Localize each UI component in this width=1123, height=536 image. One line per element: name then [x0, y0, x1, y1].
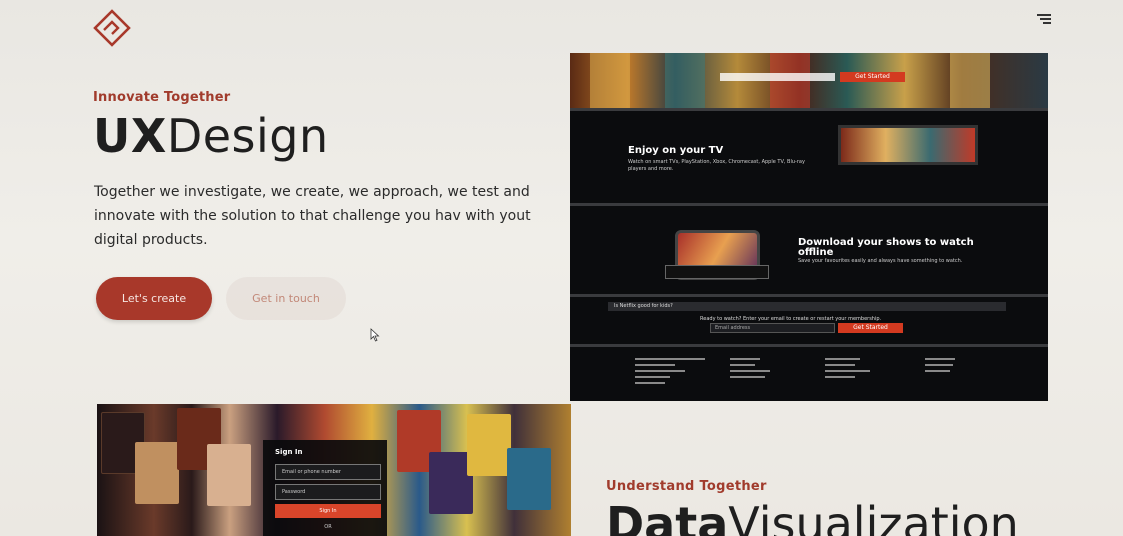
showcase-hero-email-input[interactable]	[720, 73, 835, 81]
poster-strip	[665, 53, 705, 108]
mouse-cursor-icon	[370, 328, 380, 342]
diamond-logo-icon[interactable]	[92, 8, 132, 48]
movie-poster	[507, 448, 551, 510]
tv-text: Watch on smart TVs, PlayStation, Xbox, C…	[628, 159, 805, 172]
download-card	[665, 265, 769, 279]
faq-item[interactable]: Is Netflix good for kids?	[608, 302, 1006, 311]
section2-title-light: Visualization	[728, 497, 1019, 536]
tv-heading: Enjoy on your TV	[628, 145, 724, 156]
signin-screenshot: Sign In Email or phone number Password S…	[97, 404, 571, 536]
signin-button[interactable]: Sign In	[275, 504, 381, 518]
poster-strip	[950, 53, 990, 108]
hero-eyebrow: Innovate Together	[93, 90, 231, 105]
divider	[570, 294, 1048, 297]
cta-email-input[interactable]: Email address	[710, 323, 835, 333]
download-text: Save your favourites easily and always h…	[798, 258, 963, 264]
footer-column	[825, 358, 905, 382]
hamburger-menu-icon[interactable]	[1035, 14, 1051, 28]
movie-poster	[135, 442, 179, 504]
divider	[570, 344, 1048, 347]
tv-image	[838, 125, 978, 165]
signin-title: Sign In	[275, 448, 303, 456]
poster-strip	[590, 53, 630, 108]
showcase-hero-banner: Get Started	[570, 53, 1048, 108]
divider	[570, 203, 1048, 206]
hero-title-bold: UX	[93, 109, 167, 163]
hero-title-light: Design	[166, 109, 329, 163]
footer-column	[635, 358, 715, 388]
hero-title: UXDesign	[93, 108, 329, 164]
signin-form: Sign In Email or phone number Password S…	[263, 440, 387, 536]
email-field[interactable]: Email or phone number	[275, 464, 381, 480]
hero-description: Together we investigate, we create, we a…	[94, 184, 531, 248]
footer-column	[730, 358, 810, 382]
showcase-hero-get-started-button[interactable]: Get Started	[840, 72, 905, 82]
section2-title-bold: Data	[606, 497, 729, 536]
get-in-touch-button[interactable]: Get in touch	[226, 277, 346, 320]
movie-poster	[467, 414, 511, 476]
landing-page: Innovate Together UXDesign Together we i…	[0, 0, 1123, 536]
lets-create-button[interactable]: Let's create	[96, 277, 212, 320]
download-heading: Download your shows to watch offline	[798, 237, 974, 258]
password-field[interactable]: Password	[275, 484, 381, 500]
footer-column	[925, 358, 1005, 376]
section2-eyebrow: Understand Together	[606, 479, 767, 494]
cta-text: Ready to watch? Enter your email to crea…	[700, 316, 882, 322]
cta-get-started-button[interactable]: Get Started	[838, 323, 903, 333]
divider	[570, 108, 1048, 111]
or-divider: OR	[324, 524, 332, 530]
movie-poster	[207, 444, 251, 506]
section2-title: DataVisualization	[606, 496, 1019, 536]
showcase-screenshot: Get Started Enjoy on your TV Watch on sm…	[570, 53, 1048, 401]
